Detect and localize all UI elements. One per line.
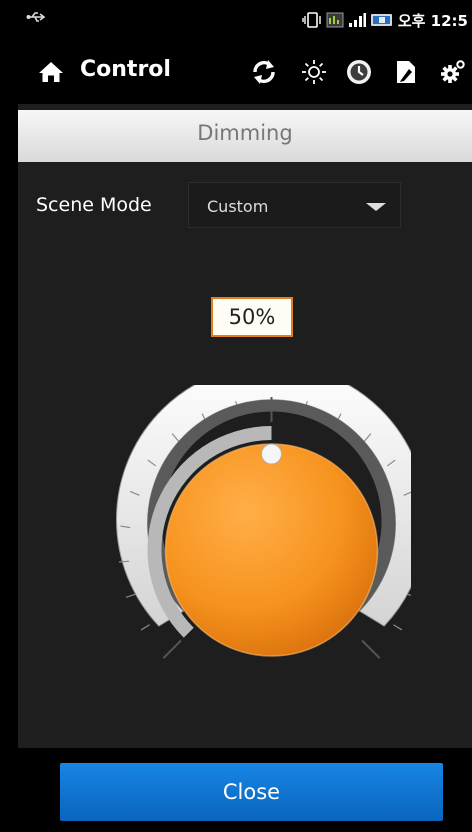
- dial-tick: [125, 593, 136, 598]
- dial-tick: [118, 560, 129, 563]
- network-icon: [326, 12, 344, 28]
- action-bar: Control: [18, 40, 472, 104]
- dial-tick: [361, 639, 381, 659]
- document-icon[interactable]: [392, 58, 420, 86]
- dimming-header: Dimming: [18, 110, 472, 162]
- brightness-icon[interactable]: [300, 58, 328, 86]
- settings-icon[interactable]: [438, 58, 466, 86]
- battery-icon: [370, 14, 392, 26]
- dial-tick: [407, 593, 411, 596]
- close-button[interactable]: Close: [60, 763, 443, 821]
- signal-icon: [348, 13, 366, 27]
- clock-icon[interactable]: [345, 58, 373, 86]
- status-bar: 오후 12:5: [18, 0, 472, 40]
- refresh-icon[interactable]: [250, 58, 278, 86]
- dial-tick: [162, 639, 182, 659]
- status-time: 오후 12:5: [397, 11, 468, 30]
- dial-handle[interactable]: [261, 443, 282, 465]
- screen: 오후 12:5 Control Dimming Scene Mode Custo…: [18, 0, 472, 832]
- scene-mode-label: Scene Mode: [36, 194, 152, 216]
- scene-mode-dropdown[interactable]: Custom: [188, 182, 401, 228]
- dimming-level-value: 50%: [211, 297, 293, 337]
- dial-tick: [140, 624, 150, 631]
- app-title: Control: [80, 57, 171, 82]
- dial-tick: [393, 624, 403, 631]
- home-icon[interactable]: [38, 60, 64, 84]
- scene-mode-value: Custom: [207, 197, 269, 216]
- dimmer-knob: [165, 444, 378, 656]
- status-icons: 오후 12:5: [302, 8, 468, 32]
- vibrate-icon: [302, 12, 321, 28]
- usb-icon: [26, 12, 46, 22]
- bottom-bar: Close: [18, 748, 472, 832]
- dimmer-dial[interactable]: [96, 385, 411, 670]
- header-title: Dimming: [197, 121, 293, 145]
- dropdown-arrow-icon: [366, 203, 386, 211]
